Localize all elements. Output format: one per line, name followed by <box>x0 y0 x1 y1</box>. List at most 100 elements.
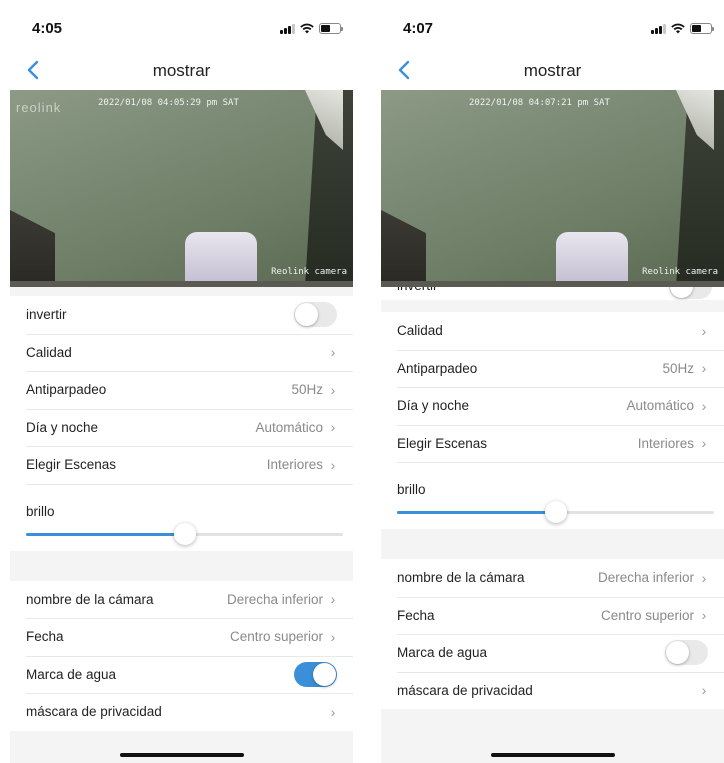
row-antiparpadeo[interactable]: Antiparpadeo 50Hz › <box>10 371 353 409</box>
chevron-right-icon: › <box>330 381 336 398</box>
page-title: mostrar <box>152 61 211 80</box>
row-mascara-privacidad[interactable]: máscara de privacidad › <box>10 693 353 731</box>
battery-icon <box>690 23 714 34</box>
row-marca-de-agua[interactable]: Marca de agua <box>381 634 724 672</box>
row-value: Derecha inferior <box>597 570 694 586</box>
camera-preview[interactable]: 2022/01/08 04:07:21 pm SAT Reolink camer… <box>381 90 724 287</box>
chevron-right-icon: › <box>330 344 336 361</box>
row-marca-de-agua[interactable]: Marca de agua <box>10 655 353 694</box>
row-label: Marca de agua <box>26 666 117 682</box>
home-indicator[interactable] <box>119 753 244 757</box>
row-label: Elegir Escenas <box>397 435 488 451</box>
invertir-toggle[interactable] <box>294 302 337 328</box>
row-label: Marca de agua <box>397 645 488 661</box>
row-brillo: brillo <box>10 483 353 551</box>
settings-group-image: invertir Calidad › Antiparpadeo 50Hz › Dí… <box>10 296 353 551</box>
camera-logo: reolink <box>16 100 62 115</box>
camera-scene-object <box>556 232 628 287</box>
phone-screen-right: 4:07 mostrar 2022/01/08 04:07:21 pm SAT … <box>381 0 724 763</box>
row-value: Interiores <box>266 457 323 473</box>
row-fecha[interactable]: Fecha Centro superior › <box>381 596 724 635</box>
row-label: Antiparpadeo <box>26 382 107 398</box>
settings-group-overlay: nombre de la cámara Derecha inferior › Fe… <box>10 580 353 731</box>
slider-thumb[interactable] <box>544 501 567 523</box>
marca-de-agua-toggle[interactable] <box>665 640 708 666</box>
cellular-signal-icon <box>651 23 666 34</box>
chevron-right-icon: › <box>701 569 707 586</box>
camera-scene-shelf <box>381 210 426 287</box>
camera-name-overlay: Reolink camera <box>642 267 718 277</box>
row-calidad[interactable]: Calidad › <box>10 333 353 372</box>
row-dia-y-noche[interactable]: Día y noche Automático › <box>10 408 353 447</box>
battery-icon <box>319 23 343 34</box>
row-nombre-camara[interactable]: nombre de la cámara Derecha inferior › <box>381 559 724 597</box>
camera-timestamp: 2022/01/08 04:05:29 pm SAT <box>98 98 239 108</box>
wifi-icon <box>300 23 314 34</box>
camera-preview[interactable]: reolink 2022/01/08 04:05:29 pm SAT Reoli… <box>10 90 353 287</box>
settings-list: invertir Calidad › Antiparpadeo 50Hz › Dí… <box>10 296 353 731</box>
row-mascara-privacidad[interactable]: máscara de privacidad › <box>381 671 724 710</box>
camera-scene-shelf <box>10 210 55 287</box>
brightness-label: brillo <box>26 503 55 519</box>
settings-list: Calidad › Antiparpadeo 50Hz › Día y noche… <box>381 312 724 709</box>
row-antiparpadeo[interactable]: Antiparpadeo 50Hz › <box>381 349 724 388</box>
section-divider <box>10 550 353 581</box>
row-fecha[interactable]: Fecha Centro superior › <box>10 618 353 656</box>
row-calidad[interactable]: Calidad › <box>381 312 724 350</box>
row-value: Automático <box>255 419 323 435</box>
row-value: 50Hz <box>662 360 694 376</box>
slider-thumb[interactable] <box>173 522 196 545</box>
row-value: Centro superior <box>600 607 694 623</box>
chevron-right-icon: › <box>330 628 336 645</box>
chevron-right-icon: › <box>330 419 336 436</box>
row-brillo: brillo <box>381 462 724 529</box>
row-label: Calidad <box>26 344 72 360</box>
row-label: Calidad <box>397 323 443 339</box>
nav-bar: mostrar <box>381 50 724 90</box>
marca-de-agua-toggle[interactable] <box>294 661 337 687</box>
row-label: máscara de privacidad <box>26 704 162 720</box>
chevron-right-icon: › <box>701 360 707 377</box>
row-label: Antiparpadeo <box>397 360 478 376</box>
camera-scene-floor <box>10 281 353 287</box>
chevron-right-icon: › <box>701 322 707 339</box>
chevron-right-icon: › <box>330 591 336 608</box>
row-elegir-escenas[interactable]: Elegir Escenas Interiores › <box>381 424 724 463</box>
row-label: Día y noche <box>397 398 470 414</box>
row-elegir-escenas[interactable]: Elegir Escenas Interiores › <box>10 446 353 484</box>
chevron-right-icon: › <box>701 607 707 624</box>
status-bar: 4:07 <box>381 0 724 50</box>
cellular-signal-icon <box>280 23 295 34</box>
brightness-label: brillo <box>397 482 426 497</box>
status-bar: 4:05 <box>10 0 353 50</box>
section-divider <box>381 529 724 559</box>
chevron-right-icon: › <box>701 682 707 699</box>
invertir-toggle[interactable] <box>669 287 712 299</box>
slider-fill <box>397 511 556 514</box>
page-title: mostrar <box>523 61 582 80</box>
row-label: Fecha <box>397 607 435 623</box>
settings-group-image: Calidad › Antiparpadeo 50Hz › Día y noche… <box>381 312 724 529</box>
row-nombre-camara[interactable]: nombre de la cámara Derecha inferior › <box>10 581 353 619</box>
row-invertir[interactable]: invertir <box>10 296 353 334</box>
row-label: Elegir Escenas <box>26 457 117 473</box>
chevron-right-icon: › <box>330 703 336 720</box>
camera-scene-object <box>185 232 257 287</box>
camera-timestamp: 2022/01/08 04:07:21 pm SAT <box>469 98 610 108</box>
row-label: Día y noche <box>26 419 99 435</box>
row-label: invertir <box>397 287 438 293</box>
row-value: Centro superior <box>229 629 323 645</box>
row-value: Interiores <box>637 435 694 451</box>
status-time: 4:05 <box>32 20 63 37</box>
brightness-slider[interactable] <box>397 501 714 523</box>
row-label: invertir <box>26 307 67 323</box>
row-label: máscara de privacidad <box>397 682 533 698</box>
brightness-slider[interactable] <box>26 522 343 545</box>
chevron-right-icon: › <box>701 397 707 414</box>
scrolled-row-invertir: invertir <box>381 287 724 300</box>
row-value: Automático <box>626 398 694 414</box>
chevron-right-icon: › <box>330 456 336 473</box>
slider-fill <box>26 532 185 536</box>
home-indicator[interactable] <box>490 753 615 757</box>
row-dia-y-noche[interactable]: Día y noche Automático › <box>381 387 724 425</box>
